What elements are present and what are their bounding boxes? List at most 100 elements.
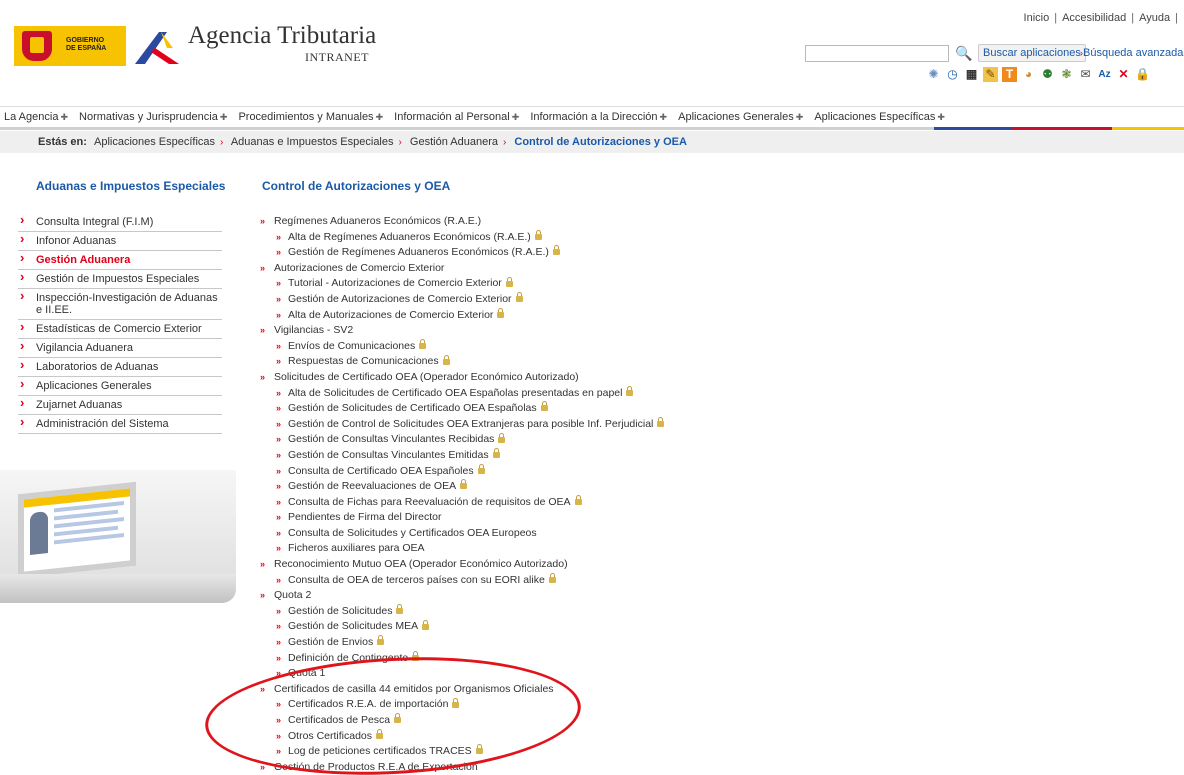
tree-item-label: Alta de Solicitudes de Certificado OEA E…	[288, 386, 623, 399]
notes-icon[interactable]: ✎	[983, 67, 998, 82]
chat-icon[interactable]: ◕	[1021, 67, 1036, 82]
tree-item[interactable]: » Gestión de Solicitudes MEA	[260, 619, 760, 635]
tree-item[interactable]: » Certificados de Pesca	[260, 713, 760, 729]
bullet-arrow-icon: »	[276, 247, 282, 258]
bullet-arrow-icon: »	[276, 668, 282, 679]
tree-item[interactable]: » Ficheros auxiliares para OEA	[260, 541, 760, 557]
search-icon[interactable]: 🔍	[955, 44, 973, 62]
close-tools-icon[interactable]: ✕	[1116, 67, 1131, 82]
sidebar-item[interactable]: Administración del Sistema	[18, 415, 222, 434]
tree-item[interactable]: » Gestión de Solicitudes de Certificado O…	[260, 401, 760, 417]
sidebar-item[interactable]: Inspección-Investigación de Aduanas e II…	[18, 289, 222, 320]
sidebar-item[interactable]: Vigilancia Aduanera	[18, 339, 222, 358]
padlock-icon	[574, 494, 582, 505]
breadcrumb-item[interactable]: Gestión Aduanera	[410, 136, 498, 148]
tree-group[interactable]: » Quota 2	[260, 588, 760, 604]
nav-item-info-direccion[interactable]: Información a la Dirección ✚	[526, 107, 671, 123]
tree-group[interactable]: » Gestión de Productos R.E.A de Exportaci…	[260, 760, 760, 775]
people-icon[interactable]: ⚉	[1040, 67, 1055, 82]
tree-item[interactable]: » Definición de Contingente	[260, 650, 760, 667]
clock-icon[interactable]: ◷	[945, 67, 960, 82]
sidebar-item[interactable]: Aplicaciones Generales	[18, 377, 222, 396]
inicio-link[interactable]: Inicio	[1019, 12, 1055, 24]
tree-item[interactable]: » Gestión de Solicitudes	[260, 604, 760, 620]
tree-item[interactable]: » Gestión de Consultas Vinculantes Emitid…	[260, 448, 760, 464]
tree-group[interactable]: » Solicitudes de Certificado OEA (Operado…	[260, 370, 760, 386]
tree-item[interactable]: » Otros Certificados	[260, 728, 760, 745]
tree-item[interactable]: » Consulta de Certificado OEA Españoles	[260, 463, 760, 480]
nav-item-aplicaciones-especificas[interactable]: Aplicaciones Específicas ✚	[810, 107, 949, 123]
tree-item[interactable]: » Gestión de Regímenes Aduaneros Económic…	[260, 245, 760, 261]
tree-item[interactable]: » Alta de Autorizaciones de Comercio Exte…	[260, 307, 760, 324]
sidebar-item[interactable]: Gestión de Impuestos Especiales	[18, 270, 222, 289]
bullet-arrow-icon: »	[276, 465, 282, 476]
breadcrumb-label: Estás en:	[38, 136, 87, 148]
tree-item-label: Alta de Regímenes Aduaneros Económicos (…	[288, 230, 531, 243]
busqueda-avanzada-link[interactable]: ›Búsqueda avanzada	[1080, 47, 1183, 59]
nav-item-normativas[interactable]: Normativas y Jurisprudencia ✚	[75, 107, 231, 123]
az-icon[interactable]: Aᴢ	[1097, 67, 1112, 82]
nav-item-label: Normativas y Jurisprudencia	[79, 111, 218, 123]
nav-item-info-personal[interactable]: Información al Personal ✚	[390, 107, 523, 123]
tree-item-label: Ficheros auxiliares para OEA	[288, 542, 425, 555]
sidebar-item[interactable]: Laboratorios de Aduanas	[18, 358, 222, 377]
tree-item[interactable]: » Tutorial - Autorizaciones de Comercio E…	[260, 276, 760, 292]
tree-item[interactable]: » Alta de Regímenes Aduaneros Económicos …	[260, 229, 760, 246]
tree-item[interactable]: » Gestión de Reevaluaciones de OEA	[260, 479, 760, 495]
settings-icon[interactable]: ✺	[926, 67, 941, 82]
orange-app-icon[interactable]: T	[1002, 67, 1017, 82]
site-title[interactable]: Agencia Tributaria	[188, 22, 376, 50]
gobierno-logo[interactable]: GOBIERNO DE ESPAÑA	[14, 26, 126, 66]
tree-item-label: Consulta de Solicitudes y Certificados O…	[288, 526, 537, 539]
tree-item[interactable]: » Gestión de Autorizaciones de Comercio E…	[260, 292, 760, 308]
tree-item[interactable]: » Alta de Solicitudes de Certificado OEA …	[260, 385, 760, 402]
tree-item[interactable]: » Consulta de Fichas para Reevaluación de…	[260, 494, 760, 511]
network-icon[interactable]: ❃	[1059, 67, 1074, 82]
breadcrumb-item[interactable]: Aplicaciones Específicas	[94, 136, 215, 148]
tree-item-label: Gestión de Solicitudes de Certificado OE…	[288, 402, 537, 415]
tree-item[interactable]: » Gestión de Consultas Vinculantes Recibi…	[260, 432, 760, 448]
bullet-arrow-icon: »	[276, 574, 282, 585]
accesibilidad-link[interactable]: Accesibilidad	[1057, 12, 1131, 24]
expand-icon: ✚	[795, 112, 804, 122]
bullet-arrow-icon: »	[276, 309, 282, 320]
sidebar-item[interactable]: Infonor Aduanas	[18, 232, 222, 251]
bullet-arrow-icon: »	[276, 496, 282, 507]
calendar-icon[interactable]: ▦	[964, 67, 979, 82]
tree-group[interactable]: » Certificados de casilla 44 emitidos por…	[260, 682, 760, 698]
bullet-arrow-icon: »	[276, 605, 282, 616]
tree-item[interactable]: » Envíos de Comunicaciones	[260, 338, 760, 355]
tree-group[interactable]: » Reconocimiento Mutuo OEA (Operador Econ…	[260, 557, 760, 573]
sidebar-item[interactable]: Consulta Integral (F.I.M)	[18, 213, 222, 232]
lock-icon[interactable]: 🔒	[1135, 67, 1150, 82]
tree-group[interactable]: » Vigilancias - SV2	[260, 323, 760, 339]
tree-group[interactable]: » Regímenes Aduaneros Económicos (R.A.E.)	[260, 214, 760, 230]
tree-item[interactable]: » Respuestas de Comunicaciones	[260, 354, 760, 370]
tree-item[interactable]: » Quota 1	[260, 666, 760, 682]
tree-item[interactable]: » Certificados R.E.A. de importación	[260, 697, 760, 713]
ayuda-link[interactable]: Ayuda	[1134, 12, 1175, 24]
nav-item-aplicaciones-generales[interactable]: Aplicaciones Generales ✚	[674, 107, 807, 123]
application-tree: » Regímenes Aduaneros Económicos (R.A.E.)…	[260, 214, 760, 775]
nav-item-procedimientos[interactable]: Procedimientos y Manuales ✚	[234, 107, 387, 123]
buscar-aplicaciones-button[interactable]: Buscar aplicaciones	[978, 44, 1086, 62]
search-input[interactable]	[805, 45, 949, 62]
padlock-icon	[505, 276, 513, 287]
sidebar-item[interactable]: Gestión Aduanera	[18, 251, 222, 270]
tree-group[interactable]: » Autorizaciones de Comercio Exterior	[260, 261, 760, 277]
tree-item[interactable]: » Gestión de Control de Solicitudes OEA E…	[260, 416, 760, 433]
breadcrumb-item[interactable]: Aduanas e Impuestos Especiales	[231, 136, 394, 148]
sidebar-item[interactable]: Zujarnet Aduanas	[18, 396, 222, 415]
nav-item-la-agencia[interactable]: La Agencia ✚	[0, 107, 72, 123]
tree-item[interactable]: » Pendientes de Firma del Director	[260, 510, 760, 526]
tree-item[interactable]: » Gestión de Envios	[260, 635, 760, 651]
bullet-arrow-icon: »	[260, 216, 266, 226]
tree-item-label: Consulta de Fichas para Reevaluación de …	[288, 495, 571, 508]
sidebar-item[interactable]: Estadísticas de Comercio Exterior	[18, 320, 222, 339]
tree-item[interactable]: » Log de peticiones certificados TRACES	[260, 744, 760, 760]
expand-icon: ✚	[219, 112, 228, 122]
tree-item[interactable]: » Consulta de Solicitudes y Certificados …	[260, 526, 760, 542]
bullet-arrow-icon: »	[276, 481, 282, 492]
mail-icon[interactable]: ✉	[1078, 67, 1093, 82]
tree-item[interactable]: » Consulta de OEA de terceros países con …	[260, 572, 760, 589]
